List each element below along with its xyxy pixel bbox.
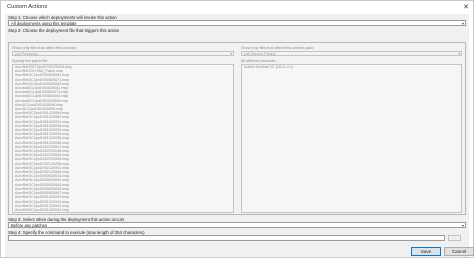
service-pack-filter-value: (All Service Packs) — [244, 52, 276, 56]
command-input[interactable] — [8, 235, 445, 241]
deployment-scope-select[interactable]: All deployments using this template ▾ — [8, 20, 466, 26]
chevron-down-icon: ▾ — [461, 223, 464, 228]
save-button[interactable]: Save — [411, 247, 441, 256]
timing-value: Before any patches — [11, 223, 48, 228]
browse-button[interactable]: ... — [448, 235, 461, 241]
title-bar: Custom Actions ✕ — [1, 1, 473, 14]
product-filter-value: (All Products) — [15, 52, 38, 56]
close-icon[interactable]: ✕ — [463, 1, 469, 14]
affected-products-label: All affected products: — [241, 59, 277, 63]
dialog-body: Step 1: Choose which deployments will in… — [5, 14, 474, 257]
patch-file-label: Specify the patch file: — [12, 59, 49, 63]
timing-select[interactable]: Before any patches ▾ — [8, 222, 466, 228]
service-pack-filter-select: (All Service Packs) ▾ — [241, 51, 462, 56]
product-filter-label: Show only files that affect this product… — [12, 46, 77, 50]
patch-file-list[interactable]: AcroRdr2017Upd1702120043.msp AcroRdr2017M… — [12, 64, 234, 213]
custom-actions-dialog: Custom Actions ✕ Step 1: Choose which de… — [0, 0, 474, 258]
window-title: Custom Actions — [7, 4, 48, 10]
step2-label: Step 2: Choose the deployment file that … — [8, 28, 120, 33]
chevron-down-icon: ▾ — [230, 52, 232, 56]
product-filter-select: (All Products) ▾ — [12, 51, 234, 56]
patch-file-item[interactable]: AcroRdrDCUpd2001320064.msp — [13, 212, 233, 213]
chevron-down-icon: ▾ — [461, 21, 464, 26]
service-pack-filter-label: Show only files that affect this service… — [241, 46, 315, 50]
file-trigger-group: Show only files that affect this product… — [8, 42, 466, 215]
chevron-down-icon: ▾ — [458, 52, 460, 56]
affected-product-item: Adobe Acrobat DC (18.11.4.x) — [244, 65, 293, 69]
cancel-button[interactable]: Cancel — [444, 247, 474, 256]
command-value — [9, 245, 11, 250]
deployment-scope-value: All deployments using this template — [11, 21, 77, 26]
affected-products-list: Adobe Acrobat DC (18.11.4.x) — [241, 64, 462, 213]
